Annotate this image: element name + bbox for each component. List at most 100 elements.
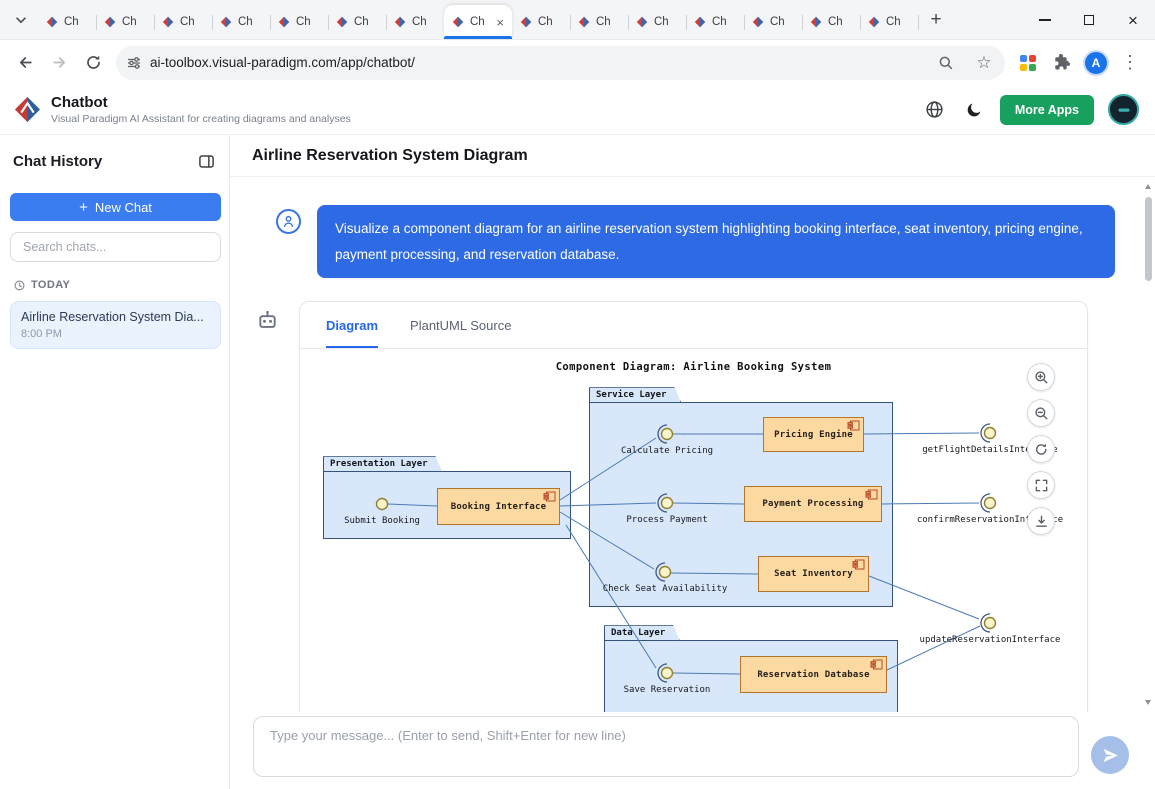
chat-item-title: Airline Reservation System Dia... [21, 310, 210, 324]
download-button[interactable] [1027, 507, 1055, 535]
scrollbar-up-arrow[interactable] [1145, 184, 1151, 189]
browser-tab[interactable]: Ch [512, 5, 570, 39]
browser-tab[interactable]: Ch [328, 5, 386, 39]
user-message-row: Visualize a component diagram for an air… [230, 177, 1155, 278]
browser-tab[interactable]: Ch [802, 5, 860, 39]
dark-mode-button[interactable] [960, 95, 990, 125]
browser-window: Ch Ch Ch Ch Ch Ch Ch Ch× Ch Ch Ch Ch Ch … [0, 0, 1155, 789]
forward-button[interactable] [44, 48, 74, 78]
clock-icon [14, 280, 25, 291]
tab-diagram[interactable]: Diagram [326, 302, 378, 348]
scrollbar-thumb[interactable] [1145, 197, 1152, 281]
page-scrollbar[interactable] [1142, 177, 1155, 712]
component-icon [852, 559, 865, 570]
tab-title: Ch [654, 16, 669, 28]
tab-title: Ch [296, 16, 311, 28]
site-favicon-icon [278, 16, 290, 28]
zoom-page-button[interactable] [931, 48, 961, 78]
chat-scroll-area[interactable]: Visualize a component diagram for an air… [230, 177, 1155, 712]
search-chats-input[interactable] [10, 232, 221, 262]
component-icon [870, 659, 883, 670]
maximize-icon [1084, 15, 1094, 25]
site-favicon-icon [162, 16, 174, 28]
browser-tab[interactable]: Ch [744, 5, 802, 39]
site-settings-icon[interactable] [126, 55, 142, 71]
reset-zoom-button[interactable] [1027, 435, 1055, 463]
tab-search-button[interactable] [8, 7, 34, 33]
visual-paradigm-logo [14, 96, 41, 123]
reload-button[interactable] [78, 48, 108, 78]
browser-tab[interactable]: Ch [154, 5, 212, 39]
component-icon [865, 489, 878, 500]
browser-tab[interactable]: Ch [212, 5, 270, 39]
message-input[interactable] [253, 716, 1079, 777]
tab-plantuml-source[interactable]: PlantUML Source [410, 302, 511, 348]
maximize-button[interactable] [1067, 0, 1111, 40]
zoom-in-icon [1034, 370, 1049, 385]
profile-button[interactable]: A [1081, 48, 1111, 78]
sidebar-title: Chat History [13, 153, 102, 170]
site-favicon-icon [694, 16, 706, 28]
app-title: Chatbot [51, 94, 351, 111]
chat-main: Airline Reservation System Diagram Visua… [230, 135, 1155, 789]
tab-title: Ch [538, 16, 553, 28]
browser-tab-active[interactable]: Ch× [444, 5, 512, 39]
browser-tab[interactable]: Ch [386, 5, 444, 39]
new-tab-button[interactable]: + [922, 6, 950, 34]
fullscreen-icon [1034, 478, 1049, 493]
diagram-card: Diagram PlantUML Source Component Diagra… [299, 301, 1088, 712]
diagram-zoom-controls [1027, 363, 1055, 535]
browser-tab[interactable]: Ch [570, 5, 628, 39]
reset-icon [1034, 442, 1049, 457]
tab-title: Ch [122, 16, 137, 28]
chat-history-item-selected[interactable]: Airline Reservation System Dia... 8:00 P… [10, 301, 221, 349]
colored-extension-icon [1018, 53, 1038, 73]
zoom-out-button[interactable] [1027, 399, 1055, 427]
more-apps-button[interactable]: More Apps [1000, 95, 1094, 125]
extension-shortcut-button[interactable] [1013, 48, 1043, 78]
tab-title: Ch [412, 16, 427, 28]
close-window-button[interactable]: × [1111, 0, 1155, 40]
language-button[interactable] [920, 95, 950, 125]
account-avatar[interactable] [1108, 94, 1139, 125]
app-body: Chat History + New Chat TODAY Airline Re… [0, 135, 1155, 789]
site-favicon-icon [810, 16, 822, 28]
tab-title: Ch [238, 16, 253, 28]
site-favicon-icon [636, 16, 648, 28]
url-text: ai-toolbox.visual-paradigm.com/app/chatb… [150, 55, 415, 70]
puzzle-icon [1054, 54, 1071, 71]
site-favicon-icon [752, 16, 764, 28]
tab-title: Ch [354, 16, 369, 28]
browser-tab[interactable]: Ch [38, 5, 96, 39]
component-label: Reservation Database [757, 670, 869, 680]
site-favicon-icon [394, 16, 406, 28]
browser-tab[interactable]: Ch [96, 5, 154, 39]
address-bar[interactable]: ai-toolbox.visual-paradigm.com/app/chatb… [116, 46, 1005, 80]
back-icon [17, 54, 34, 71]
tab-title: Ch [770, 16, 785, 28]
window-controls: × [1023, 0, 1155, 40]
port-label-process-payment: Process Payment [582, 515, 752, 525]
extensions-button[interactable] [1047, 48, 1077, 78]
component-icon [543, 491, 556, 502]
minimize-button[interactable] [1023, 0, 1067, 40]
scrollbar-down-arrow[interactable] [1145, 700, 1151, 705]
browser-tab[interactable]: Ch [628, 5, 686, 39]
new-chat-label: New Chat [95, 200, 152, 215]
new-chat-button[interactable]: + New Chat [10, 193, 221, 221]
component-pricing-engine: Pricing Engine [763, 417, 864, 452]
tab-close-icon[interactable]: × [496, 16, 504, 29]
browser-tab[interactable]: Ch [686, 5, 744, 39]
fullscreen-button[interactable] [1027, 471, 1055, 499]
bookmark-button[interactable]: ☆ [969, 48, 999, 78]
collapse-sidebar-button[interactable] [194, 149, 218, 173]
browser-tab[interactable]: Ch [860, 5, 918, 39]
app-subtitle: Visual Paradigm AI Assistant for creatin… [51, 113, 351, 125]
back-button[interactable] [10, 48, 40, 78]
tab-strip: Ch Ch Ch Ch Ch Ch Ch Ch× Ch Ch Ch Ch Ch … [0, 0, 1155, 40]
zoom-in-button[interactable] [1027, 363, 1055, 391]
send-button[interactable] [1091, 736, 1129, 774]
browser-menu-button[interactable]: ⋮ [1115, 48, 1145, 78]
bot-response-row: Diagram PlantUML Source Component Diagra… [230, 278, 1155, 712]
browser-tab[interactable]: Ch [270, 5, 328, 39]
